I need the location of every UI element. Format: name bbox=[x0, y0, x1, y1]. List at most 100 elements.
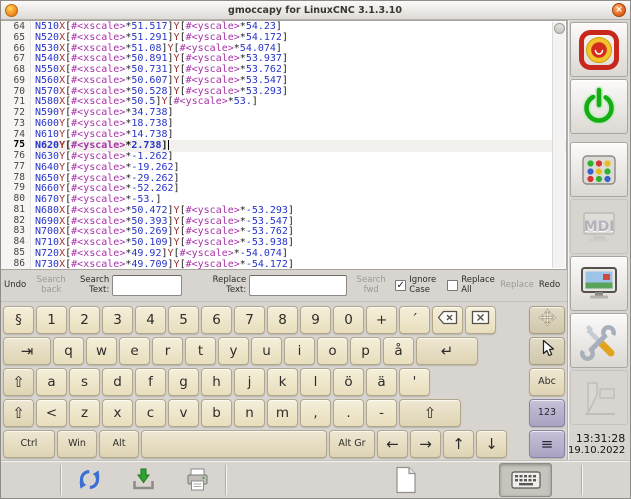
key-space[interactable] bbox=[141, 430, 327, 458]
key-k[interactable]: k bbox=[267, 368, 298, 396]
key-minus[interactable]: - bbox=[366, 399, 397, 427]
key-w[interactable]: w bbox=[86, 337, 117, 365]
key-t[interactable]: t bbox=[185, 337, 216, 365]
code-line[interactable]: N610Y[#<yscale>*14.738] bbox=[35, 130, 566, 141]
key-l[interactable]: l bbox=[300, 368, 331, 396]
new-file-button[interactable] bbox=[379, 463, 433, 497]
key-section[interactable]: § bbox=[3, 306, 34, 334]
key-i[interactable]: i bbox=[284, 337, 315, 365]
search-back-button: Search back bbox=[30, 274, 72, 297]
key-p[interactable]: p bbox=[350, 337, 381, 365]
key-odiaeresis[interactable]: ö bbox=[333, 368, 364, 396]
key-4[interactable]: 4 bbox=[135, 306, 166, 334]
key-m[interactable]: m bbox=[267, 399, 298, 427]
key-shift-right[interactable]: ⇧ bbox=[399, 399, 461, 427]
key-s[interactable]: s bbox=[69, 368, 100, 396]
key-q[interactable]: q bbox=[53, 337, 84, 365]
titlebar[interactable]: gmoccapy for LinuxCNC 3.1.3.10 × bbox=[1, 1, 630, 20]
line-number: 73 bbox=[1, 119, 30, 130]
key-shift-row3[interactable]: ⇧ bbox=[3, 368, 34, 396]
search-text-input[interactable] bbox=[112, 275, 182, 296]
replace-text-input[interactable] bbox=[249, 275, 347, 296]
key-g[interactable]: g bbox=[168, 368, 199, 396]
code-line[interactable]: N730X[#<xscale>*49.709]Y[#<yscale>*-54.1… bbox=[35, 260, 566, 270]
key-u[interactable]: u bbox=[251, 337, 282, 365]
key-0[interactable]: 0 bbox=[333, 306, 364, 334]
undo-button[interactable]: Undo bbox=[3, 279, 27, 292]
key-h[interactable]: h bbox=[201, 368, 232, 396]
key-n[interactable]: n bbox=[234, 399, 265, 427]
key-win[interactable]: Win bbox=[57, 430, 97, 458]
reload-button[interactable] bbox=[63, 463, 117, 497]
key-delete[interactable] bbox=[465, 306, 496, 334]
key-tab[interactable]: ⇥ bbox=[3, 337, 51, 365]
close-button[interactable]: × bbox=[612, 3, 626, 17]
key-arrow-right[interactable]: → bbox=[410, 430, 441, 458]
key-menu[interactable]: ≡ bbox=[529, 430, 565, 458]
keyboard-toggle-button[interactable] bbox=[499, 463, 553, 497]
key-b[interactable]: b bbox=[201, 399, 232, 427]
machine-on-button[interactable] bbox=[570, 79, 628, 134]
key-arrow-left[interactable]: ← bbox=[377, 430, 408, 458]
editor-scrollbar[interactable] bbox=[552, 22, 565, 268]
key-r[interactable]: r bbox=[152, 337, 183, 365]
key-f[interactable]: f bbox=[135, 368, 166, 396]
key-e[interactable]: e bbox=[119, 337, 150, 365]
key-backspace[interactable] bbox=[432, 306, 463, 334]
keyboard-row: ⇥qwertyuiopå↵ bbox=[3, 335, 565, 366]
key-1[interactable]: 1 bbox=[36, 306, 67, 334]
key-altgr[interactable]: Alt Gr bbox=[329, 430, 375, 458]
key-alt[interactable]: Alt bbox=[99, 430, 139, 458]
key-move[interactable] bbox=[529, 306, 565, 334]
key-apostrophe[interactable]: ' bbox=[399, 368, 430, 396]
key-c[interactable]: c bbox=[135, 399, 166, 427]
emergency-stop-button[interactable] bbox=[570, 22, 628, 77]
save-as-button[interactable] bbox=[170, 463, 224, 497]
key-acute[interactable]: ´ bbox=[399, 306, 430, 334]
key-adiaeresis[interactable]: ä bbox=[366, 368, 397, 396]
gcode-editor[interactable]: 6465666768697071727374757677787980818283… bbox=[1, 20, 567, 270]
key-z[interactable]: z bbox=[69, 399, 100, 427]
key-comma[interactable]: , bbox=[300, 399, 331, 427]
key-o[interactable]: o bbox=[317, 337, 348, 365]
key-less[interactable]: < bbox=[36, 399, 67, 427]
key-d[interactable]: d bbox=[102, 368, 133, 396]
key-arrow-up[interactable]: ↑ bbox=[443, 430, 474, 458]
close-icon: × bbox=[615, 5, 623, 15]
redo-button[interactable]: Redo bbox=[538, 279, 561, 292]
key-period[interactable]: . bbox=[333, 399, 364, 427]
save-button[interactable] bbox=[116, 463, 170, 497]
key-a[interactable]: a bbox=[36, 368, 67, 396]
ignore-case-checkbox[interactable]: ✓ Ignore Case bbox=[395, 276, 444, 295]
key-j[interactable]: j bbox=[234, 368, 265, 396]
replace-all-checkbox[interactable]: Replace All bbox=[447, 276, 496, 295]
key-x[interactable]: x bbox=[102, 399, 133, 427]
key-enter[interactable]: ↵ bbox=[416, 337, 478, 365]
scrollbar-thumb[interactable] bbox=[554, 23, 565, 34]
line-number: 81 bbox=[1, 205, 30, 216]
key-2[interactable]: 2 bbox=[69, 306, 100, 334]
key-7[interactable]: 7 bbox=[234, 306, 265, 334]
auto-mode-button[interactable] bbox=[570, 256, 628, 311]
settings-button[interactable] bbox=[570, 313, 628, 368]
key-numbers[interactable]: 123 bbox=[529, 399, 565, 427]
move-icon bbox=[538, 308, 557, 331]
key-8[interactable]: 8 bbox=[267, 306, 298, 334]
editor-code[interactable]: N510X[#<xscale>*51.517]Y[#<yscale>*54.23… bbox=[31, 21, 566, 269]
line-number: 69 bbox=[1, 76, 30, 87]
key-ctrl[interactable]: Ctrl bbox=[3, 430, 55, 458]
key-arrow-down[interactable]: ↓ bbox=[476, 430, 507, 458]
key-shift-left[interactable]: ⇧ bbox=[3, 399, 34, 427]
manual-mode-button[interactable] bbox=[570, 142, 628, 197]
key-9[interactable]: 9 bbox=[300, 306, 331, 334]
key-v[interactable]: v bbox=[168, 399, 199, 427]
key-3[interactable]: 3 bbox=[102, 306, 133, 334]
key-6[interactable]: 6 bbox=[201, 306, 232, 334]
key-5[interactable]: 5 bbox=[168, 306, 199, 334]
key-pointer[interactable] bbox=[529, 337, 565, 365]
key-abc[interactable]: Abc bbox=[529, 368, 565, 396]
key-plus[interactable]: + bbox=[366, 306, 397, 334]
key-aring[interactable]: å bbox=[383, 337, 414, 365]
key-y[interactable]: y bbox=[218, 337, 249, 365]
editor-gutter: 6465666768697071727374757677787980818283… bbox=[1, 21, 31, 269]
